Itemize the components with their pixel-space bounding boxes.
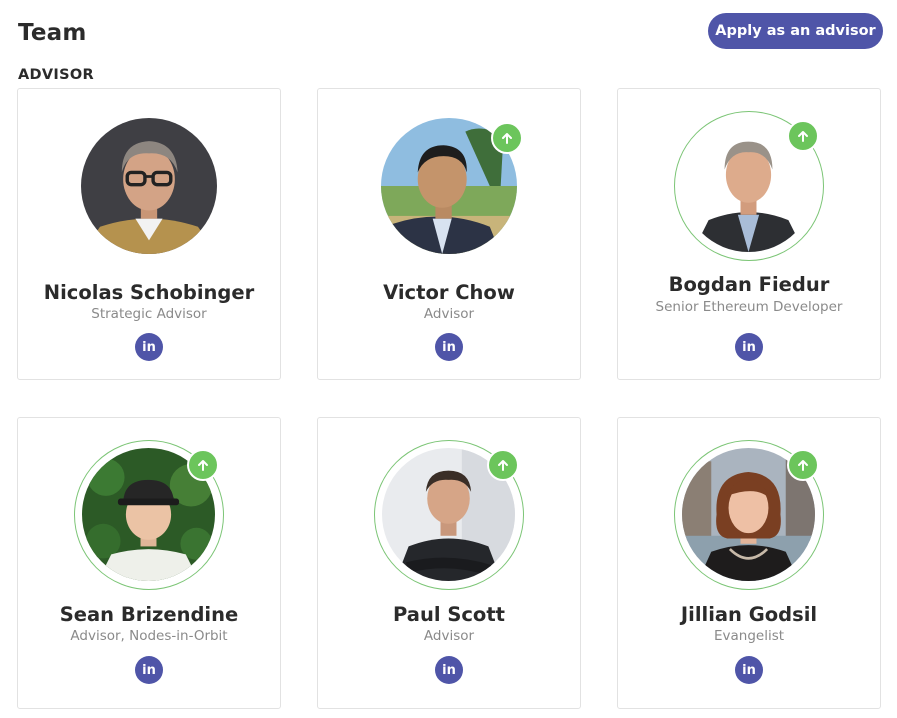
section-label: ADVISOR bbox=[18, 67, 94, 83]
advisor-card: Sean Brizendine Advisor, Nodes-in-Orbit … bbox=[17, 417, 281, 709]
apply-as-advisor-button[interactable]: Apply as an advisor bbox=[708, 13, 883, 49]
advisor-name: Bogdan Fiedur bbox=[668, 273, 830, 296]
advisor-card: Jillian Godsil Evangelist in bbox=[617, 417, 881, 709]
advisor-role: Strategic Advisor bbox=[91, 306, 207, 322]
avatar bbox=[81, 118, 217, 254]
arrow-up-icon bbox=[187, 449, 219, 481]
advisor-name: Victor Chow bbox=[383, 281, 515, 304]
arrow-up-icon bbox=[787, 449, 819, 481]
avatar bbox=[374, 440, 524, 590]
linkedin-icon[interactable]: in bbox=[135, 333, 163, 361]
linkedin-icon[interactable]: in bbox=[735, 333, 763, 361]
advisor-name: Paul Scott bbox=[393, 603, 505, 626]
advisor-role: Advisor bbox=[423, 306, 475, 322]
advisor-name: Sean Brizendine bbox=[59, 603, 239, 626]
advisor-card: Paul Scott Advisor in bbox=[317, 417, 581, 709]
arrow-up-icon bbox=[787, 120, 819, 152]
advisor-card: Bogdan Fiedur Senior Ethereum Developer … bbox=[617, 88, 881, 380]
advisor-name: Jillian Godsil bbox=[680, 603, 818, 626]
advisor-card: Nicolas Schobinger Strategic Advisor in bbox=[17, 88, 281, 380]
avatar bbox=[674, 440, 824, 590]
page-title: Team bbox=[18, 20, 87, 46]
avatar bbox=[674, 111, 824, 261]
advisor-role: Evangelist bbox=[713, 628, 785, 644]
advisor-role: Advisor, Nodes-in-Orbit bbox=[70, 628, 228, 644]
linkedin-icon[interactable]: in bbox=[435, 333, 463, 361]
arrow-up-icon bbox=[487, 449, 519, 481]
linkedin-icon[interactable]: in bbox=[435, 656, 463, 684]
avatar bbox=[74, 440, 224, 590]
linkedin-icon[interactable]: in bbox=[135, 656, 163, 684]
advisor-role: Senior Ethereum Developer bbox=[655, 299, 843, 315]
avatar bbox=[381, 118, 523, 254]
advisor-card: Victor Chow Advisor in bbox=[317, 88, 581, 380]
advisor-role: Advisor bbox=[423, 628, 475, 644]
advisor-name: Nicolas Schobinger bbox=[43, 281, 255, 304]
arrow-up-icon bbox=[491, 122, 523, 154]
linkedin-icon[interactable]: in bbox=[735, 656, 763, 684]
